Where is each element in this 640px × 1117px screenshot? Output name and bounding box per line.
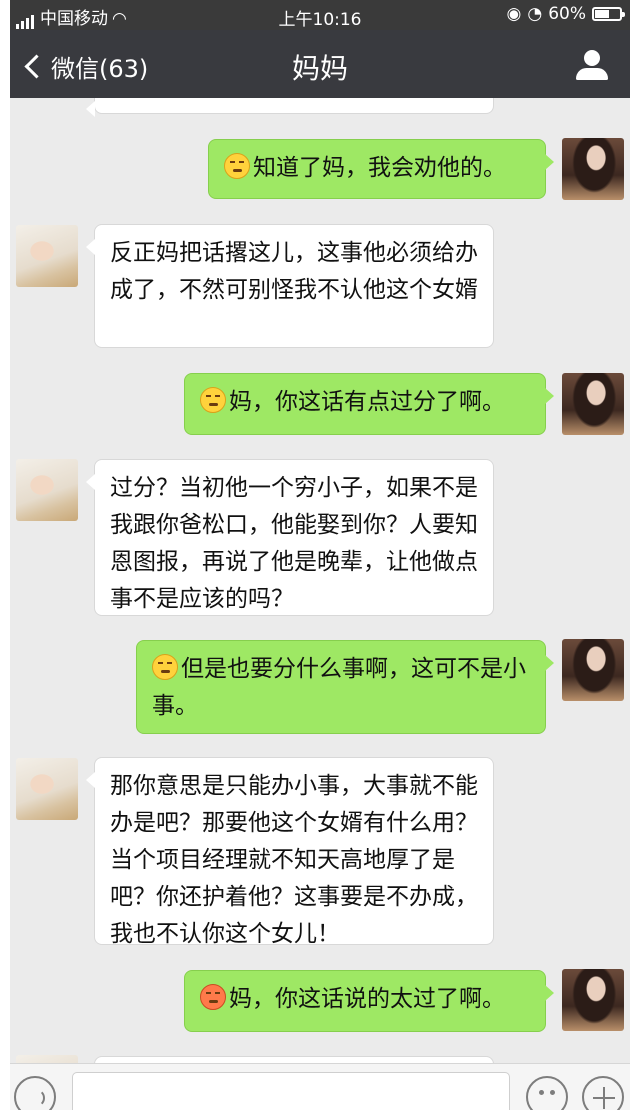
- alarm-icon: ◔: [527, 4, 543, 24]
- message-text: 过分？当初他一个穷小子，如果不是我跟你爸松口，他能娶到你？人要知恩图报，再说了他…: [110, 475, 478, 612]
- message-bubble-outgoing[interactable]: 知道了妈，我会劝他的。: [208, 139, 554, 199]
- flushed-face-icon: [200, 984, 226, 1010]
- avatar-me[interactable]: [562, 373, 624, 435]
- message-bubble-incoming[interactable]: 反正妈把话撂这儿，这事他必须给办成了，不然可别怪我不认他这个女婿: [86, 224, 494, 348]
- more-options-button[interactable]: [582, 1076, 624, 1110]
- person-icon: [584, 50, 600, 66]
- message-input[interactable]: [72, 1072, 510, 1110]
- message-bubble-outgoing[interactable]: 但是也要分什么事啊，这可不是小事。: [136, 640, 554, 734]
- relieved-face-icon: [200, 387, 226, 413]
- avatar-me[interactable]: [562, 969, 624, 1031]
- nav-bar: 微信(63) 妈妈: [10, 30, 630, 98]
- voice-icon: [27, 1089, 45, 1107]
- message-bubble-partial: [94, 1056, 494, 1063]
- chat-title: 妈妈: [291, 52, 348, 85]
- voice-input-button[interactable]: [14, 1076, 56, 1110]
- message-text: 妈，你这话有点过分了啊。: [229, 389, 505, 415]
- orientation-lock-icon: ◉: [506, 4, 522, 24]
- message-bubble-incoming[interactable]: 过分？当初他一个穷小子，如果不是我跟你爸松口，他能娶到你？人要知恩图报，再说了他…: [86, 459, 494, 616]
- relieved-face-icon: [224, 153, 250, 179]
- avatar-mom[interactable]: [16, 459, 78, 521]
- message-list[interactable]: 知道了妈，我会劝他的。 反正妈把话撂这儿，这事他必须给办成了，不然可别怪我不认他…: [10, 98, 630, 1063]
- message-bubble-outgoing[interactable]: 妈，你这话有点过分了啊。: [184, 373, 554, 435]
- battery-percent: 60%: [548, 4, 586, 24]
- message-bubble-outgoing[interactable]: 妈，你这话说的太过了啊。: [184, 970, 554, 1032]
- message-bubble-partial: [86, 98, 494, 117]
- message-text: 那你意思是只能办小事，大事就不能办是吧？那要他这个女婿有什么用？当个项目经理就不…: [110, 773, 478, 947]
- relieved-face-icon: [152, 654, 178, 680]
- input-bar: [10, 1063, 630, 1110]
- avatar-mom[interactable]: [16, 225, 78, 287]
- battery-icon: [592, 7, 625, 21]
- message-text: 反正妈把话撂这儿，这事他必须给办成了，不然可别怪我不认他这个女婿: [110, 240, 478, 303]
- contact-info-button[interactable]: [576, 50, 608, 80]
- message-text: 妈，你这话说的太过了啊。: [229, 986, 505, 1012]
- status-bar: 中国移动 ◠ 上午10:16 ◉ ◔ 60%: [10, 0, 630, 30]
- avatar-mom[interactable]: [16, 758, 78, 820]
- message-text: 但是也要分什么事啊，这可不是小事。: [152, 656, 526, 719]
- message-bubble-incoming[interactable]: 那你意思是只能办小事，大事就不能办是吧？那要他这个女婿有什么用？当个项目经理就不…: [86, 757, 494, 947]
- emoji-button[interactable]: [526, 1076, 568, 1110]
- avatar-me[interactable]: [562, 138, 624, 200]
- message-text: 知道了妈，我会劝他的。: [253, 155, 506, 181]
- avatar-mom-partial: [16, 1055, 78, 1063]
- wechat-screen: 中国移动 ◠ 上午10:16 ◉ ◔ 60% 微信(63) 妈妈 知道了妈，我会…: [10, 0, 630, 1110]
- avatar-me[interactable]: [562, 639, 624, 701]
